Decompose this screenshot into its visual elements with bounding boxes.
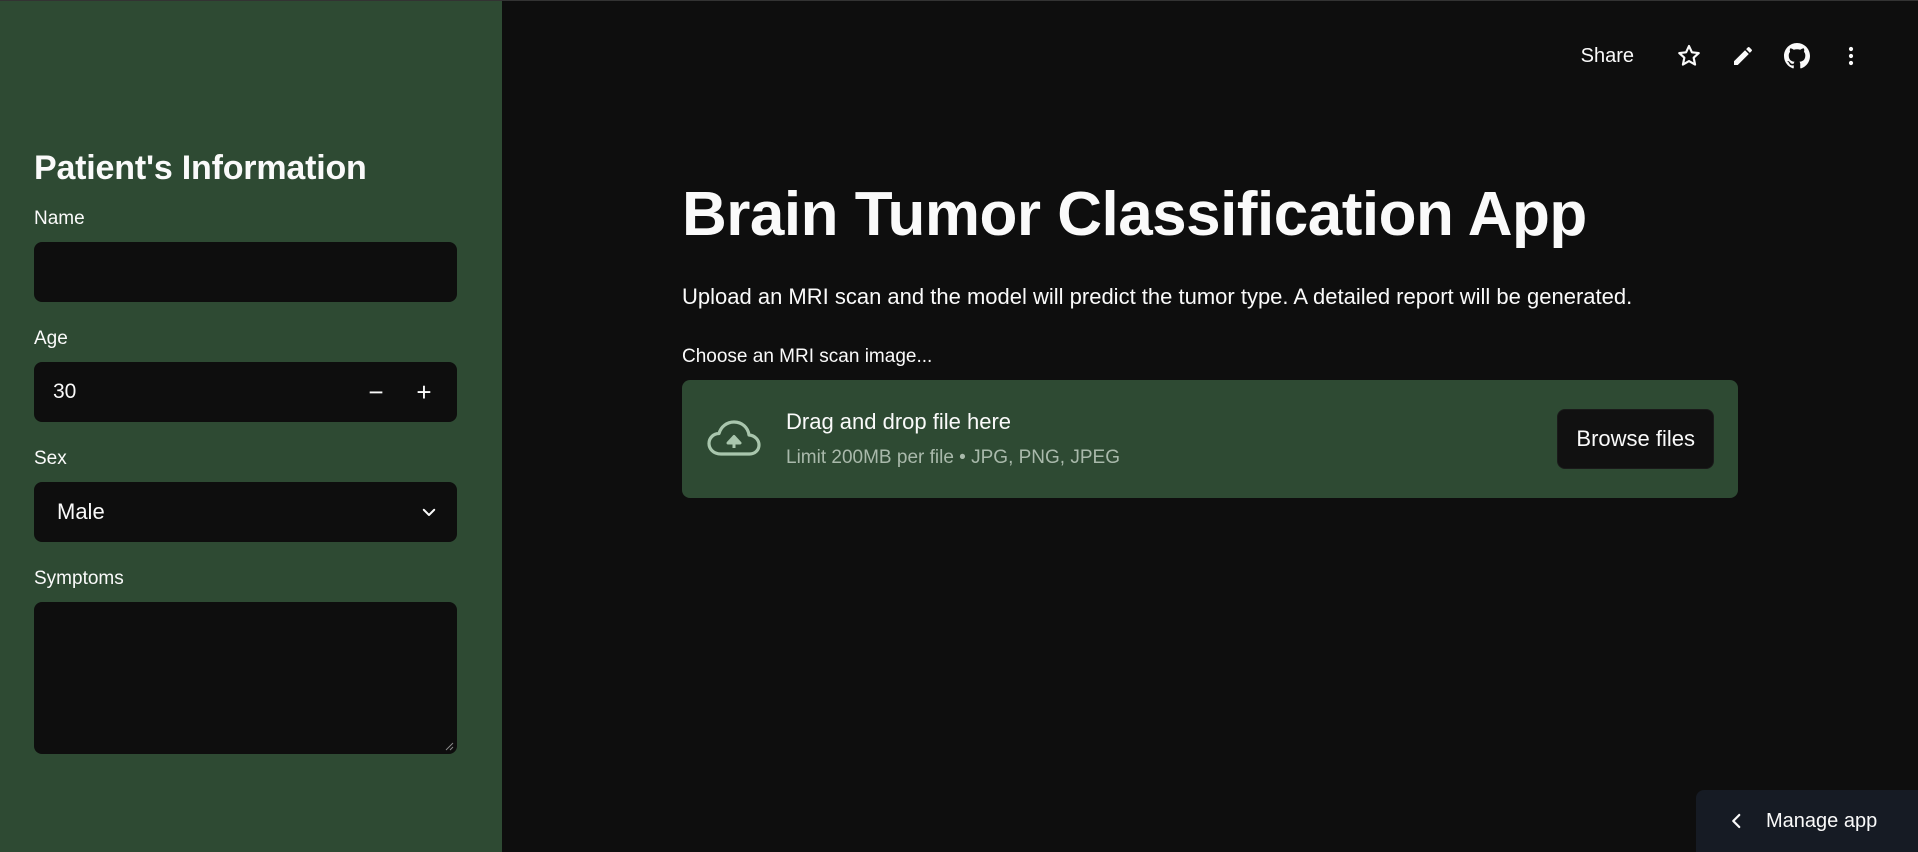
name-field-group: Name <box>34 208 468 302</box>
browse-files-button[interactable]: Browse files <box>1557 409 1714 469</box>
symptoms-label: Symptoms <box>34 568 124 589</box>
age-stepper: − + <box>352 370 448 414</box>
age-decrement-button[interactable]: − <box>352 370 400 414</box>
page-description: Upload an MRI scan and the model will pr… <box>682 284 1633 309</box>
name-label: Name <box>34 208 85 229</box>
pencil-icon <box>1734 46 1752 65</box>
name-input[interactable] <box>53 260 438 284</box>
header-toolbar: Share <box>1581 39 1878 73</box>
dropzone-text: Drag and drop file here Limit 200MB per … <box>786 409 1120 469</box>
favorite-button[interactable] <box>1662 39 1716 73</box>
dropzone-title: Drag and drop file here <box>786 409 1012 434</box>
age-field-group: Age − + <box>34 328 468 422</box>
cloud-upload-icon <box>707 420 761 456</box>
sidebar-title: Patient's Information <box>34 149 367 187</box>
dropzone-limit: Limit 200MB per file • JPG, PNG, JPEG <box>786 447 1120 468</box>
page-title: Brain Tumor Classification App <box>682 180 1587 249</box>
file-dropzone[interactable]: Drag and drop file here Limit 200MB per … <box>682 380 1738 498</box>
name-input-container <box>34 242 457 302</box>
symptoms-field-group: Symptoms <box>34 568 468 754</box>
star-icon <box>1678 44 1700 66</box>
chevron-left-icon <box>1732 813 1741 829</box>
uploader-label: Choose an MRI scan image... <box>682 346 933 367</box>
sex-select[interactable]: Male <box>34 482 457 542</box>
age-label: Age <box>34 328 68 349</box>
sex-label: Sex <box>34 448 67 469</box>
age-input[interactable] <box>53 380 253 404</box>
sidebar: Patient's Information Name Age − + Sex M… <box>0 1 502 852</box>
sex-field-group: Sex Male <box>34 448 468 542</box>
age-increment-button[interactable]: + <box>400 370 448 414</box>
main-content: Brain Tumor Classification App Upload an… <box>682 179 1740 498</box>
github-icon <box>1784 43 1810 69</box>
edit-button[interactable] <box>1716 39 1770 73</box>
sex-selected-value: Male <box>57 499 105 524</box>
app-root: Patient's Information Name Age − + Sex M… <box>0 0 1918 852</box>
more-vertical-icon <box>1848 46 1854 66</box>
github-button[interactable] <box>1770 39 1824 73</box>
more-options-button[interactable] <box>1824 39 1878 73</box>
manage-app-button[interactable]: Manage app <box>1696 790 1918 852</box>
share-button[interactable]: Share <box>1581 45 1634 68</box>
symptoms-textarea[interactable] <box>34 602 457 754</box>
age-number-input: − + <box>34 362 457 422</box>
chevron-down-icon <box>422 508 436 516</box>
resize-handle-icon[interactable] <box>444 741 454 751</box>
manage-app-label: Manage app <box>1766 809 1878 832</box>
